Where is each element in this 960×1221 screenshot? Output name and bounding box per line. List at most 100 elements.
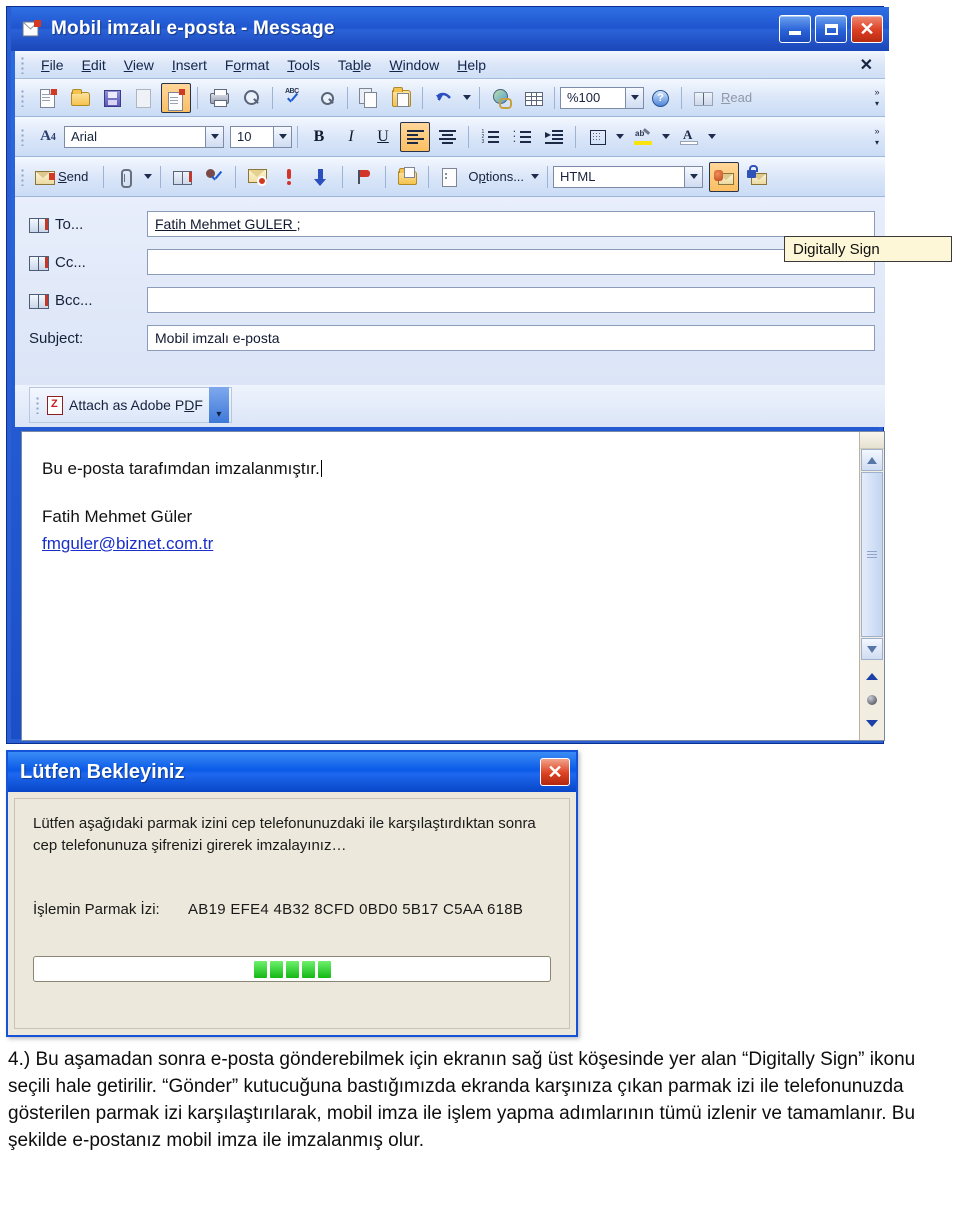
insert-table-icon[interactable]: [518, 83, 548, 113]
font-size-combo[interactable]: 10: [230, 125, 292, 148]
paste-icon[interactable]: [386, 83, 416, 113]
menu-edit[interactable]: Edit: [73, 55, 115, 75]
align-center-icon[interactable]: [432, 122, 462, 152]
style-A-icon[interactable]: A4: [33, 122, 63, 152]
signature-email-link[interactable]: fmguler@biznet.com.tr: [42, 534, 213, 553]
copy-icon[interactable]: [354, 83, 384, 113]
font-color-dropdown-icon[interactable]: [705, 124, 719, 150]
bcc-label-group[interactable]: Bcc...: [29, 292, 147, 309]
menu-format[interactable]: Format: [216, 55, 278, 75]
close-button[interactable]: ✕: [851, 15, 883, 43]
menu-grip-handle[interactable]: [21, 55, 25, 74]
send-receive-icon[interactable]: [161, 82, 191, 113]
new-mail-message-icon[interactable]: [33, 83, 63, 113]
options-dropdown-icon[interactable]: [528, 164, 542, 190]
undo-dropdown-icon[interactable]: [460, 85, 474, 111]
minimize-button[interactable]: [779, 15, 811, 43]
undo-icon[interactable]: [429, 83, 459, 113]
save-icon[interactable]: [97, 83, 127, 113]
open-folder-icon[interactable]: [65, 83, 95, 113]
read-label[interactable]: Read: [719, 90, 756, 105]
block-message-icon[interactable]: [242, 162, 272, 192]
address-book-icon[interactable]: [29, 292, 49, 309]
zoom-dropdown-icon[interactable]: [625, 87, 643, 108]
align-left-icon[interactable]: [400, 121, 430, 152]
numbered-list-icon[interactable]: 123: [475, 122, 505, 152]
address-book-icon[interactable]: [167, 162, 197, 192]
subject-input[interactable]: Mobil imzalı e-posta: [147, 325, 875, 351]
body-vertical-scrollbar[interactable]: [859, 432, 884, 740]
standard-toolbar-grip[interactable]: [21, 88, 25, 107]
scroll-up-arrow-icon[interactable]: [861, 449, 883, 471]
reading-pane-icon[interactable]: [688, 83, 718, 113]
digitally-sign-icon[interactable]: [709, 161, 740, 192]
to-input[interactable]: Fatih Mehmet GULER ;: [147, 211, 875, 237]
scrollbar-thumb[interactable]: [861, 472, 883, 637]
borders-icon[interactable]: [582, 122, 612, 152]
menu-view[interactable]: View: [115, 55, 163, 75]
open-folder-icon[interactable]: [392, 162, 422, 192]
font-color-icon[interactable]: A: [674, 122, 704, 152]
cc-label-group[interactable]: Cc...: [29, 254, 147, 271]
font-name-dropdown-icon[interactable]: [205, 126, 223, 147]
previous-page-icon[interactable]: [866, 673, 878, 681]
print-preview-page-icon[interactable]: [129, 83, 159, 113]
check-names-icon[interactable]: [199, 162, 229, 192]
low-importance-icon[interactable]: [306, 162, 336, 192]
standard-toolbar-overflow-icon[interactable]: » ▾: [869, 81, 885, 115]
message-format-combo[interactable]: HTML: [553, 165, 704, 188]
increase-indent-icon[interactable]: [539, 122, 569, 152]
high-importance-icon[interactable]: [274, 162, 304, 192]
menu-file[interactable]: File: [32, 55, 73, 75]
attach-as-adobe-pdf-button[interactable]: Attach as Adobe PDF ▾: [29, 387, 232, 423]
bold-button[interactable]: B: [304, 122, 334, 152]
formatting-toolbar-overflow-icon[interactable]: » ▾: [869, 120, 885, 154]
font-size-dropdown-icon[interactable]: [273, 126, 291, 147]
maximize-button[interactable]: [815, 15, 847, 43]
insert-hyperlink-icon[interactable]: [486, 83, 516, 113]
print-preview-icon[interactable]: [236, 83, 266, 113]
print-icon[interactable]: [204, 83, 234, 113]
attach-dropdown-icon[interactable]: [141, 164, 155, 190]
highlight-dropdown-icon[interactable]: [659, 124, 673, 150]
cc-input[interactable]: [147, 249, 875, 275]
to-label-group[interactable]: To...: [29, 216, 147, 233]
follow-up-flag-icon[interactable]: [349, 162, 379, 192]
address-book-icon[interactable]: [29, 254, 49, 271]
highlight-icon[interactable]: ab: [628, 122, 658, 152]
bulleted-list-icon[interactable]: • • •: [507, 122, 537, 152]
dialog-close-button[interactable]: ✕: [540, 758, 570, 786]
menu-window[interactable]: Window: [380, 55, 448, 75]
address-book-icon[interactable]: [29, 216, 49, 233]
underline-button[interactable]: U: [368, 122, 398, 152]
message-body-area[interactable]: Bu e-posta tarafımdan imzalanmıştır. Fat…: [21, 431, 885, 741]
menu-insert[interactable]: Insert: [163, 55, 216, 75]
font-name-combo[interactable]: Arial: [64, 125, 224, 148]
next-page-icon[interactable]: [866, 719, 878, 727]
mail-toolbar-grip[interactable]: [21, 167, 25, 186]
zoom-combo[interactable]: %100: [560, 86, 644, 109]
attach-file-icon[interactable]: [110, 162, 140, 192]
menu-table[interactable]: Table: [329, 55, 381, 75]
menu-close-icon[interactable]: ✕: [860, 55, 873, 75]
encrypt-icon[interactable]: [741, 162, 771, 192]
borders-dropdown-icon[interactable]: [613, 124, 627, 150]
bcc-input[interactable]: [147, 287, 875, 313]
select-browse-object-icon[interactable]: [867, 694, 877, 705]
scroll-down-arrow-icon[interactable]: [861, 638, 883, 660]
send-button[interactable]: Send: [32, 164, 98, 190]
menu-tools[interactable]: Tools: [278, 55, 329, 75]
italic-button[interactable]: I: [336, 122, 366, 152]
menu-help[interactable]: Help: [448, 55, 495, 75]
options-icon[interactable]: [435, 162, 465, 192]
formatting-toolbar-grip[interactable]: [21, 127, 25, 146]
research-icon[interactable]: [311, 83, 341, 113]
help-question-icon[interactable]: ?: [645, 83, 675, 113]
message-body-text[interactable]: Bu e-posta tarafımdan imzalanmıştır. Fat…: [22, 432, 859, 740]
attach-toolbar-overflow-icon[interactable]: ▾: [208, 387, 229, 423]
message-format-dropdown-icon[interactable]: [684, 166, 703, 187]
attach-toolbar-grip[interactable]: [36, 396, 40, 414]
options-label[interactable]: Options...: [466, 169, 528, 184]
spelling-abc-check-icon[interactable]: ABC: [279, 83, 309, 113]
browse-object-controls[interactable]: [861, 660, 883, 740]
